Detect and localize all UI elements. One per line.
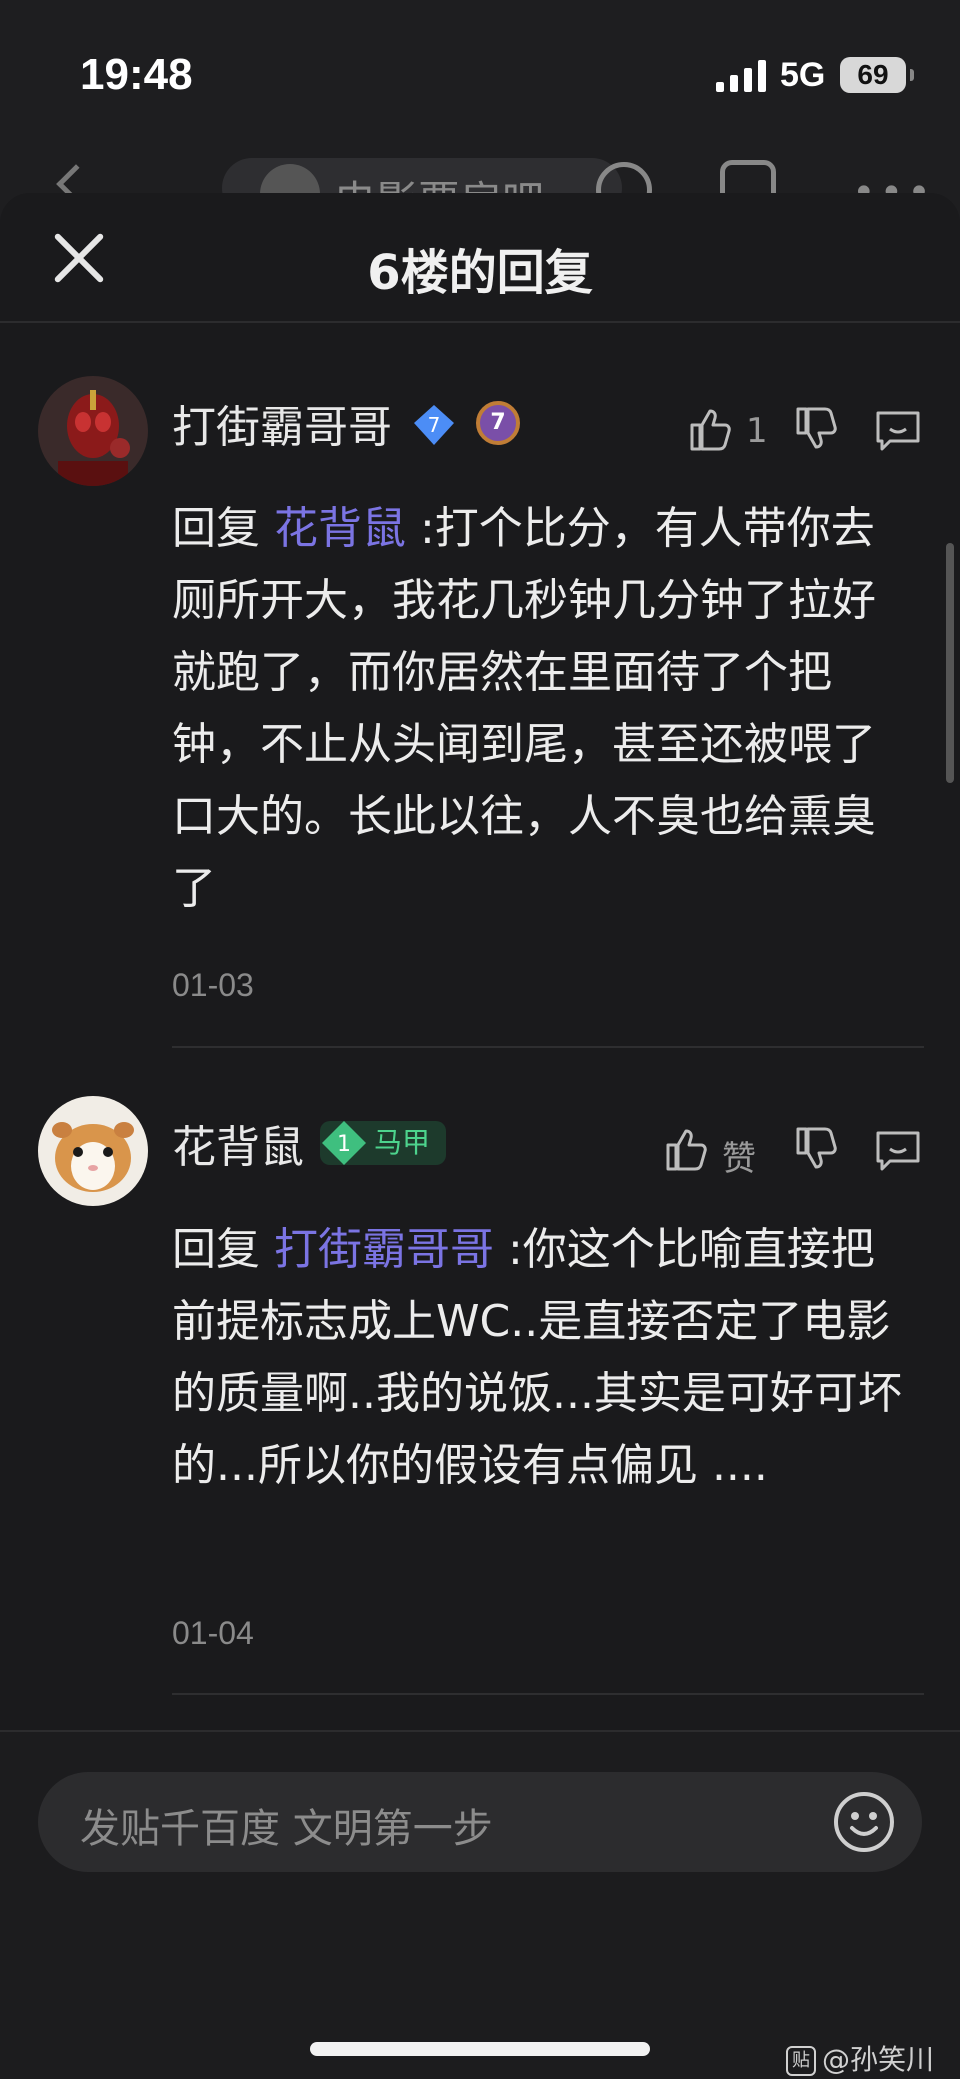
like-button[interactable] xyxy=(684,403,736,463)
comment-body: 回复 花背鼠 :打个比分，有人带你去厕所开大，我花几秒钟几分钟了拉好就跑了，而你… xyxy=(172,493,912,925)
thumbs-down-icon xyxy=(796,1127,837,1169)
comment-body: 回复 打街霸哥哥 :你这个比喻直接把前提标志成上WC..是直接否定了电影的质量啊… xyxy=(172,1214,912,1502)
watermark-icon: 贴 xyxy=(786,2046,816,2076)
reply-prefix: 回复 xyxy=(172,503,274,554)
scrollbar[interactable] xyxy=(946,543,954,783)
level-badge: 7 xyxy=(476,401,520,445)
reply-button[interactable] xyxy=(872,1123,924,1183)
comment-actions: 1 xyxy=(684,403,924,463)
status-bar: 19:48 5G 69 xyxy=(0,0,960,150)
comment-actions: 赞 xyxy=(660,1123,924,1183)
username[interactable]: 花背鼠 xyxy=(172,1111,304,1175)
like-count: 1 xyxy=(746,411,768,451)
dislike-button[interactable] xyxy=(790,1123,842,1183)
tag-label: 马甲 xyxy=(374,1126,431,1159)
sheet-header: 6楼的回复 xyxy=(0,193,960,323)
mention-link[interactable]: 花背鼠 xyxy=(274,503,406,554)
reply-input[interactable]: 发贴千百度 文明第一步 xyxy=(38,1772,922,1872)
comment-date: 01-04 xyxy=(172,1615,254,1651)
svg-text:7: 7 xyxy=(428,413,441,437)
like-button[interactable] xyxy=(660,1123,712,1183)
status-time: 19:48 xyxy=(80,50,193,99)
divider xyxy=(172,1693,924,1695)
home-indicator[interactable] xyxy=(310,2042,650,2056)
dislike-button[interactable] xyxy=(790,403,842,463)
cellular-signal-icon xyxy=(716,60,766,92)
thumbs-up-icon xyxy=(666,1129,707,1171)
comment-text: :打个比分，有人带你去厕所开大，我花几秒钟几分钟了拉好就跑了，而你居然在里面待了… xyxy=(172,503,876,914)
emoji-icon[interactable] xyxy=(832,1790,896,1854)
svg-text:1: 1 xyxy=(337,1132,351,1157)
thumbs-up-icon xyxy=(690,409,731,451)
comment-icon xyxy=(876,1131,920,1171)
reply-button[interactable] xyxy=(872,403,924,463)
avatar[interactable] xyxy=(38,1096,148,1206)
thumbs-down-icon xyxy=(796,407,837,449)
diamond-badge-icon: 7 xyxy=(414,405,454,445)
input-placeholder: 发贴千百度 文明第一步 xyxy=(80,1806,493,1852)
avatar[interactable] xyxy=(38,376,148,486)
sheet-title: 6楼的回复 xyxy=(367,245,593,301)
watermark: 贴@孙笑川吧 xyxy=(786,2038,960,2079)
divider xyxy=(172,1046,924,1048)
reply-input-bar: 发贴千百度 文明第一步 贴@孙笑川吧 xyxy=(0,1730,960,2079)
battery-icon: 69 xyxy=(840,57,914,93)
level-diamond-icon: 1 xyxy=(322,1121,366,1165)
reply-prefix: 回复 xyxy=(172,1224,274,1275)
mention-link[interactable]: 打街霸哥哥 xyxy=(274,1224,494,1275)
username[interactable]: 打街霸哥哥 xyxy=(172,391,392,455)
like-label: 赞 xyxy=(722,1139,756,1179)
comment-date: 01-03 xyxy=(172,967,254,1003)
comment-icon xyxy=(876,411,920,451)
network-type: 5G xyxy=(780,56,826,94)
level-tag: 1 马甲 xyxy=(320,1121,447,1165)
